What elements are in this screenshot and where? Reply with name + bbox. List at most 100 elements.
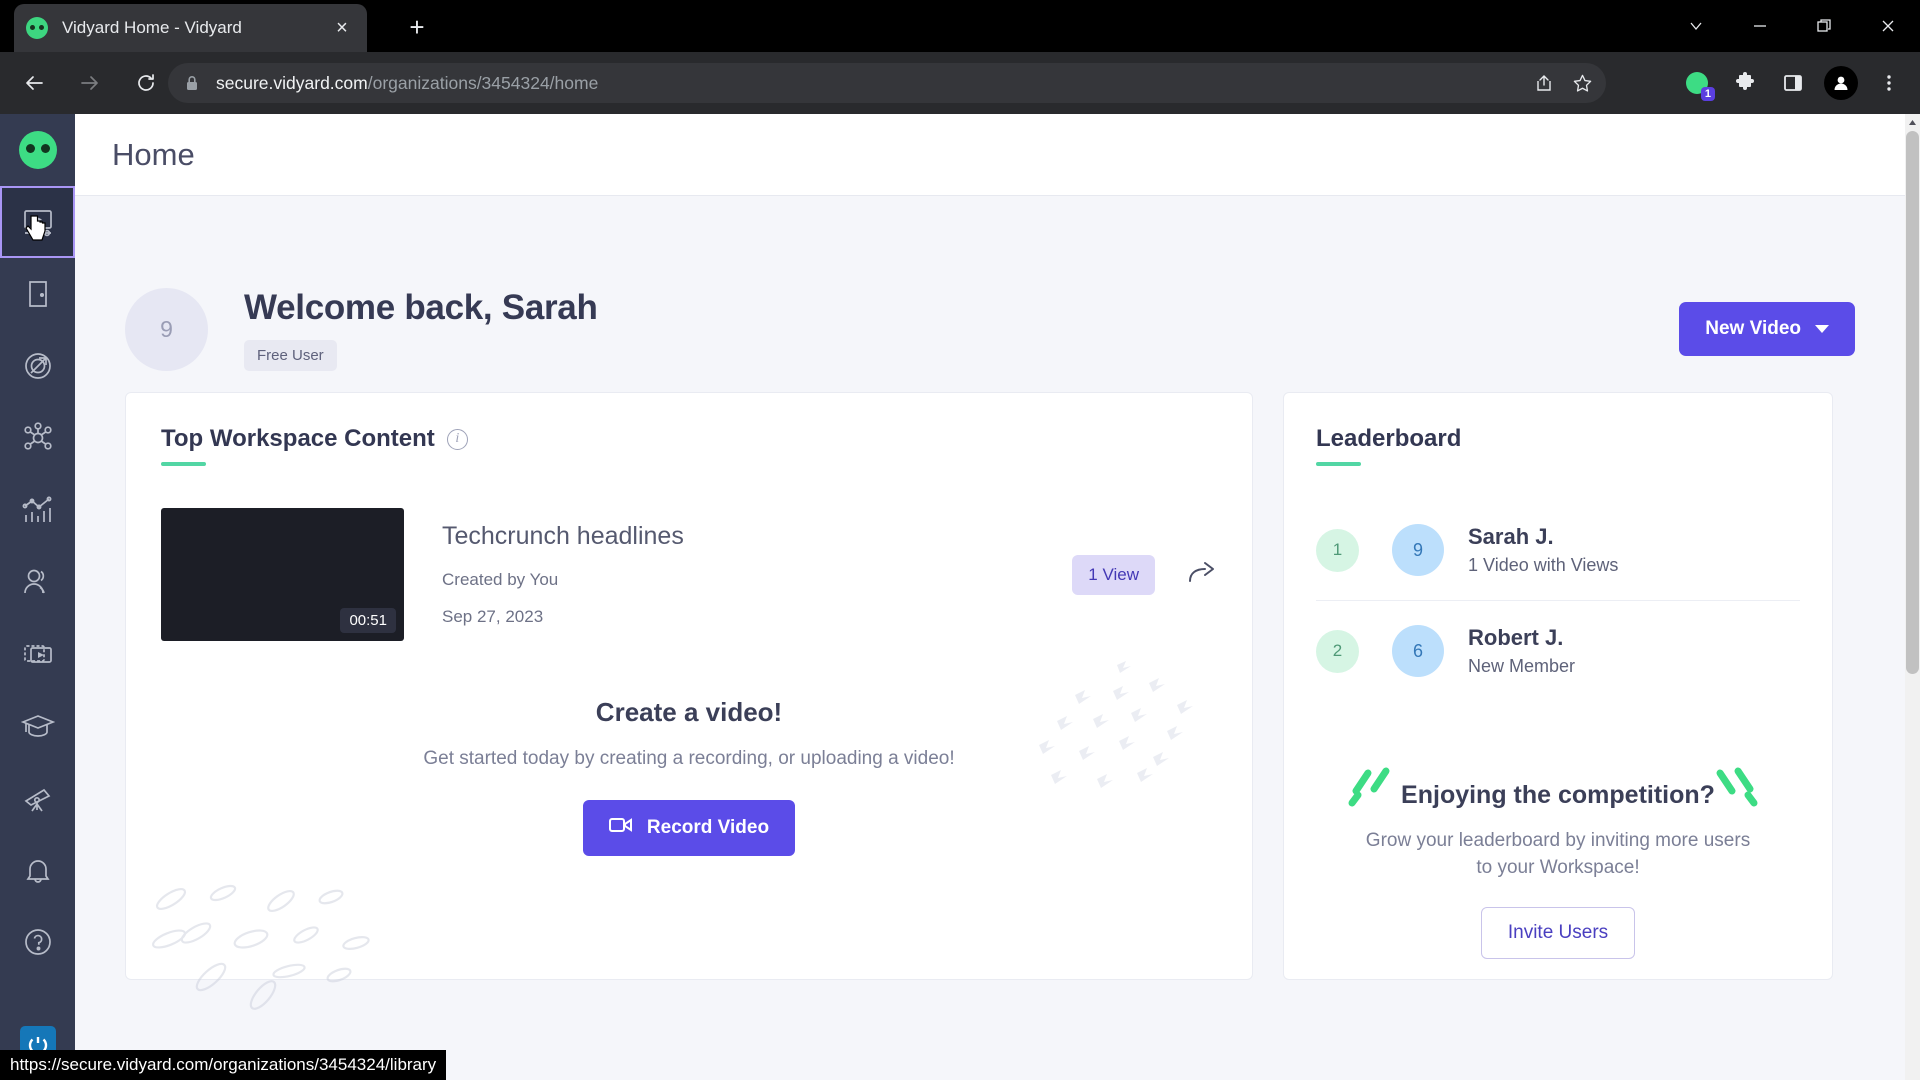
restore-icon[interactable] bbox=[1792, 0, 1856, 52]
sidebar-item-help[interactable] bbox=[0, 906, 75, 978]
user-meta: 1 Video with Views bbox=[1468, 555, 1619, 575]
extension-badge: 1 bbox=[1700, 87, 1715, 101]
page-scrollbar[interactable] bbox=[1905, 114, 1920, 1080]
top-workspace-content-card: Top Workspace Content i 00:51 Techcrunch… bbox=[125, 392, 1253, 1010]
title-underline bbox=[1316, 462, 1361, 466]
puzzle-extensions-icon[interactable] bbox=[1724, 62, 1766, 104]
plan-badge: Free User bbox=[244, 339, 337, 371]
sidebar-item-analytics[interactable] bbox=[0, 474, 75, 546]
new-video-button[interactable]: New Video bbox=[1679, 302, 1855, 356]
avatar: 6 bbox=[1392, 625, 1444, 677]
vidyard-extension-icon[interactable]: 1 bbox=[1676, 62, 1718, 104]
leaderboard-row-info: Sarah J. 1 Video with Views bbox=[1468, 524, 1618, 576]
side-panel-icon[interactable] bbox=[1772, 62, 1814, 104]
new-video-label: New Video bbox=[1705, 318, 1801, 339]
browser-titlebar: Vidyard Home - Vidyard × + bbox=[0, 0, 1920, 52]
empty-state-subtitle: Get started today by creating a recordin… bbox=[423, 748, 955, 769]
video-date: Sep 27, 2023 bbox=[442, 607, 544, 626]
video-duration: 00:51 bbox=[340, 608, 396, 633]
welcome-section: 9 Welcome back, Sarah Free User New Vide… bbox=[125, 196, 1855, 382]
tab-title: Vidyard Home - Vidyard bbox=[62, 18, 242, 37]
window-controls bbox=[1664, 0, 1920, 52]
sidebar-item-rooms[interactable] bbox=[0, 258, 75, 330]
reload-icon[interactable] bbox=[124, 61, 168, 105]
info-icon[interactable]: i bbox=[446, 428, 468, 450]
welcome-text: Welcome back, Sarah Free User bbox=[244, 288, 598, 371]
share-icon[interactable] bbox=[1528, 67, 1560, 99]
vidyard-logo-icon bbox=[26, 17, 48, 39]
invite-users-button[interactable]: Invite Users bbox=[1480, 907, 1636, 960]
decorative-leaves-left bbox=[151, 884, 370, 1010]
browser-toolbar: secure.vidyard.com/organizations/3454324… bbox=[0, 52, 1920, 114]
sidebar-item-integrations[interactable] bbox=[0, 402, 75, 474]
close-icon[interactable] bbox=[1856, 0, 1920, 52]
sidebar-item-notifications[interactable] bbox=[0, 834, 75, 906]
avatar: 9 bbox=[125, 287, 208, 371]
views-badge: 1 View bbox=[1072, 554, 1155, 595]
welcome-greeting: Welcome back, Sarah bbox=[244, 287, 598, 327]
share-arrow-icon[interactable] bbox=[1187, 559, 1217, 590]
url-text: secure.vidyard.com/organizations/3454324… bbox=[216, 73, 598, 94]
vidyard-robot-logo[interactable] bbox=[0, 114, 75, 186]
promo-subtitle: Grow your leaderboard by inviting more u… bbox=[1365, 830, 1751, 878]
leaderboard-card: Leaderboard 1 9 Sarah J. 1 Video with Vi… bbox=[1283, 392, 1833, 981]
sparkle-icon-right bbox=[1716, 767, 1758, 807]
main-content: 9 Welcome back, Sarah Free User New Vide… bbox=[75, 196, 1905, 1080]
video-list-item[interactable]: 00:51 Techcrunch headlines Created by Yo… bbox=[161, 508, 1217, 641]
leaderboard-row[interactable]: 1 9 Sarah J. 1 Video with Views bbox=[1316, 500, 1800, 600]
browser-tab[interactable]: Vidyard Home - Vidyard × bbox=[14, 4, 367, 52]
invite-promo: Enjoying the competition? Grow your lead… bbox=[1316, 767, 1800, 979]
chevron-down-icon bbox=[1815, 325, 1829, 333]
back-icon[interactable] bbox=[12, 61, 56, 105]
video-title[interactable]: Techcrunch headlines bbox=[442, 522, 684, 551]
video-meta: Techcrunch headlines Created by You Sep … bbox=[442, 522, 684, 627]
record-video-button[interactable]: Record Video bbox=[582, 799, 796, 856]
rank-badge: 1 bbox=[1316, 528, 1359, 572]
scroll-up-arrow[interactable] bbox=[1905, 114, 1920, 131]
leaderboard-list: 1 9 Sarah J. 1 Video with Views 2 6 Robe… bbox=[1316, 500, 1800, 701]
minimize-icon[interactable] bbox=[1728, 0, 1792, 52]
workspace-card-title: Top Workspace Content bbox=[161, 425, 435, 452]
empty-state-title: Create a video! bbox=[595, 697, 783, 727]
leaderboard-title: Leaderboard bbox=[1316, 425, 1462, 452]
app-sidebar bbox=[0, 114, 75, 1080]
close-icon[interactable]: × bbox=[329, 15, 355, 41]
sidebar-item-contacts[interactable] bbox=[0, 546, 75, 618]
leaderboard-row[interactable]: 2 6 Robert J. New Member bbox=[1316, 600, 1800, 701]
video-creator: Created by You bbox=[442, 570, 559, 589]
address-bar[interactable]: secure.vidyard.com/organizations/3454324… bbox=[168, 63, 1606, 103]
sidebar-item-playlists[interactable] bbox=[0, 618, 75, 690]
url-path: /organizations/3454324/home bbox=[367, 72, 599, 93]
title-underline bbox=[161, 462, 206, 466]
page-header: Home bbox=[75, 114, 1920, 196]
chevron-down-icon[interactable] bbox=[1664, 0, 1728, 52]
chrome-menu-icon[interactable] bbox=[1868, 62, 1910, 104]
rank-badge: 2 bbox=[1316, 629, 1359, 673]
page-viewport: Home 9 Welcome back, Sarah Free User New… bbox=[0, 114, 1920, 1080]
user-name: Robert J. bbox=[1468, 625, 1564, 650]
user-meta: New Member bbox=[1468, 656, 1576, 676]
user-name: Sarah J. bbox=[1468, 524, 1554, 549]
sparkle-icon-left bbox=[1348, 767, 1390, 807]
scrollbar-thumb[interactable] bbox=[1906, 131, 1919, 674]
sidebar-item-learning[interactable] bbox=[0, 690, 75, 762]
avatar: 9 bbox=[1392, 524, 1444, 576]
lock-icon bbox=[187, 76, 197, 90]
profile-avatar[interactable] bbox=[1820, 62, 1862, 104]
camera-icon bbox=[608, 816, 633, 840]
sidebar-item-library[interactable] bbox=[0, 186, 75, 258]
extensions-zone: 1 bbox=[1676, 52, 1920, 114]
cards-row: Top Workspace Content i 00:51 Techcrunch… bbox=[125, 392, 1855, 1010]
new-tab-button[interactable]: + bbox=[398, 8, 436, 46]
workspace-card-header: Top Workspace Content i bbox=[161, 425, 1217, 453]
leaderboard-row-info: Robert J. New Member bbox=[1468, 625, 1575, 677]
sidebar-item-prospecting[interactable] bbox=[0, 330, 75, 402]
bookmark-star-icon[interactable] bbox=[1566, 67, 1598, 99]
sidebar-item-discover[interactable] bbox=[0, 762, 75, 834]
status-bar-url: https://secure.vidyard.com/organizations… bbox=[0, 1050, 447, 1080]
page-title: Home bbox=[112, 136, 195, 172]
video-thumbnail[interactable]: 00:51 bbox=[161, 508, 404, 641]
url-host: secure.vidyard.com bbox=[216, 72, 368, 93]
omnibox-actions bbox=[1528, 67, 1598, 99]
create-video-empty-state: Create a video! Get started today by cre… bbox=[151, 661, 1217, 1010]
